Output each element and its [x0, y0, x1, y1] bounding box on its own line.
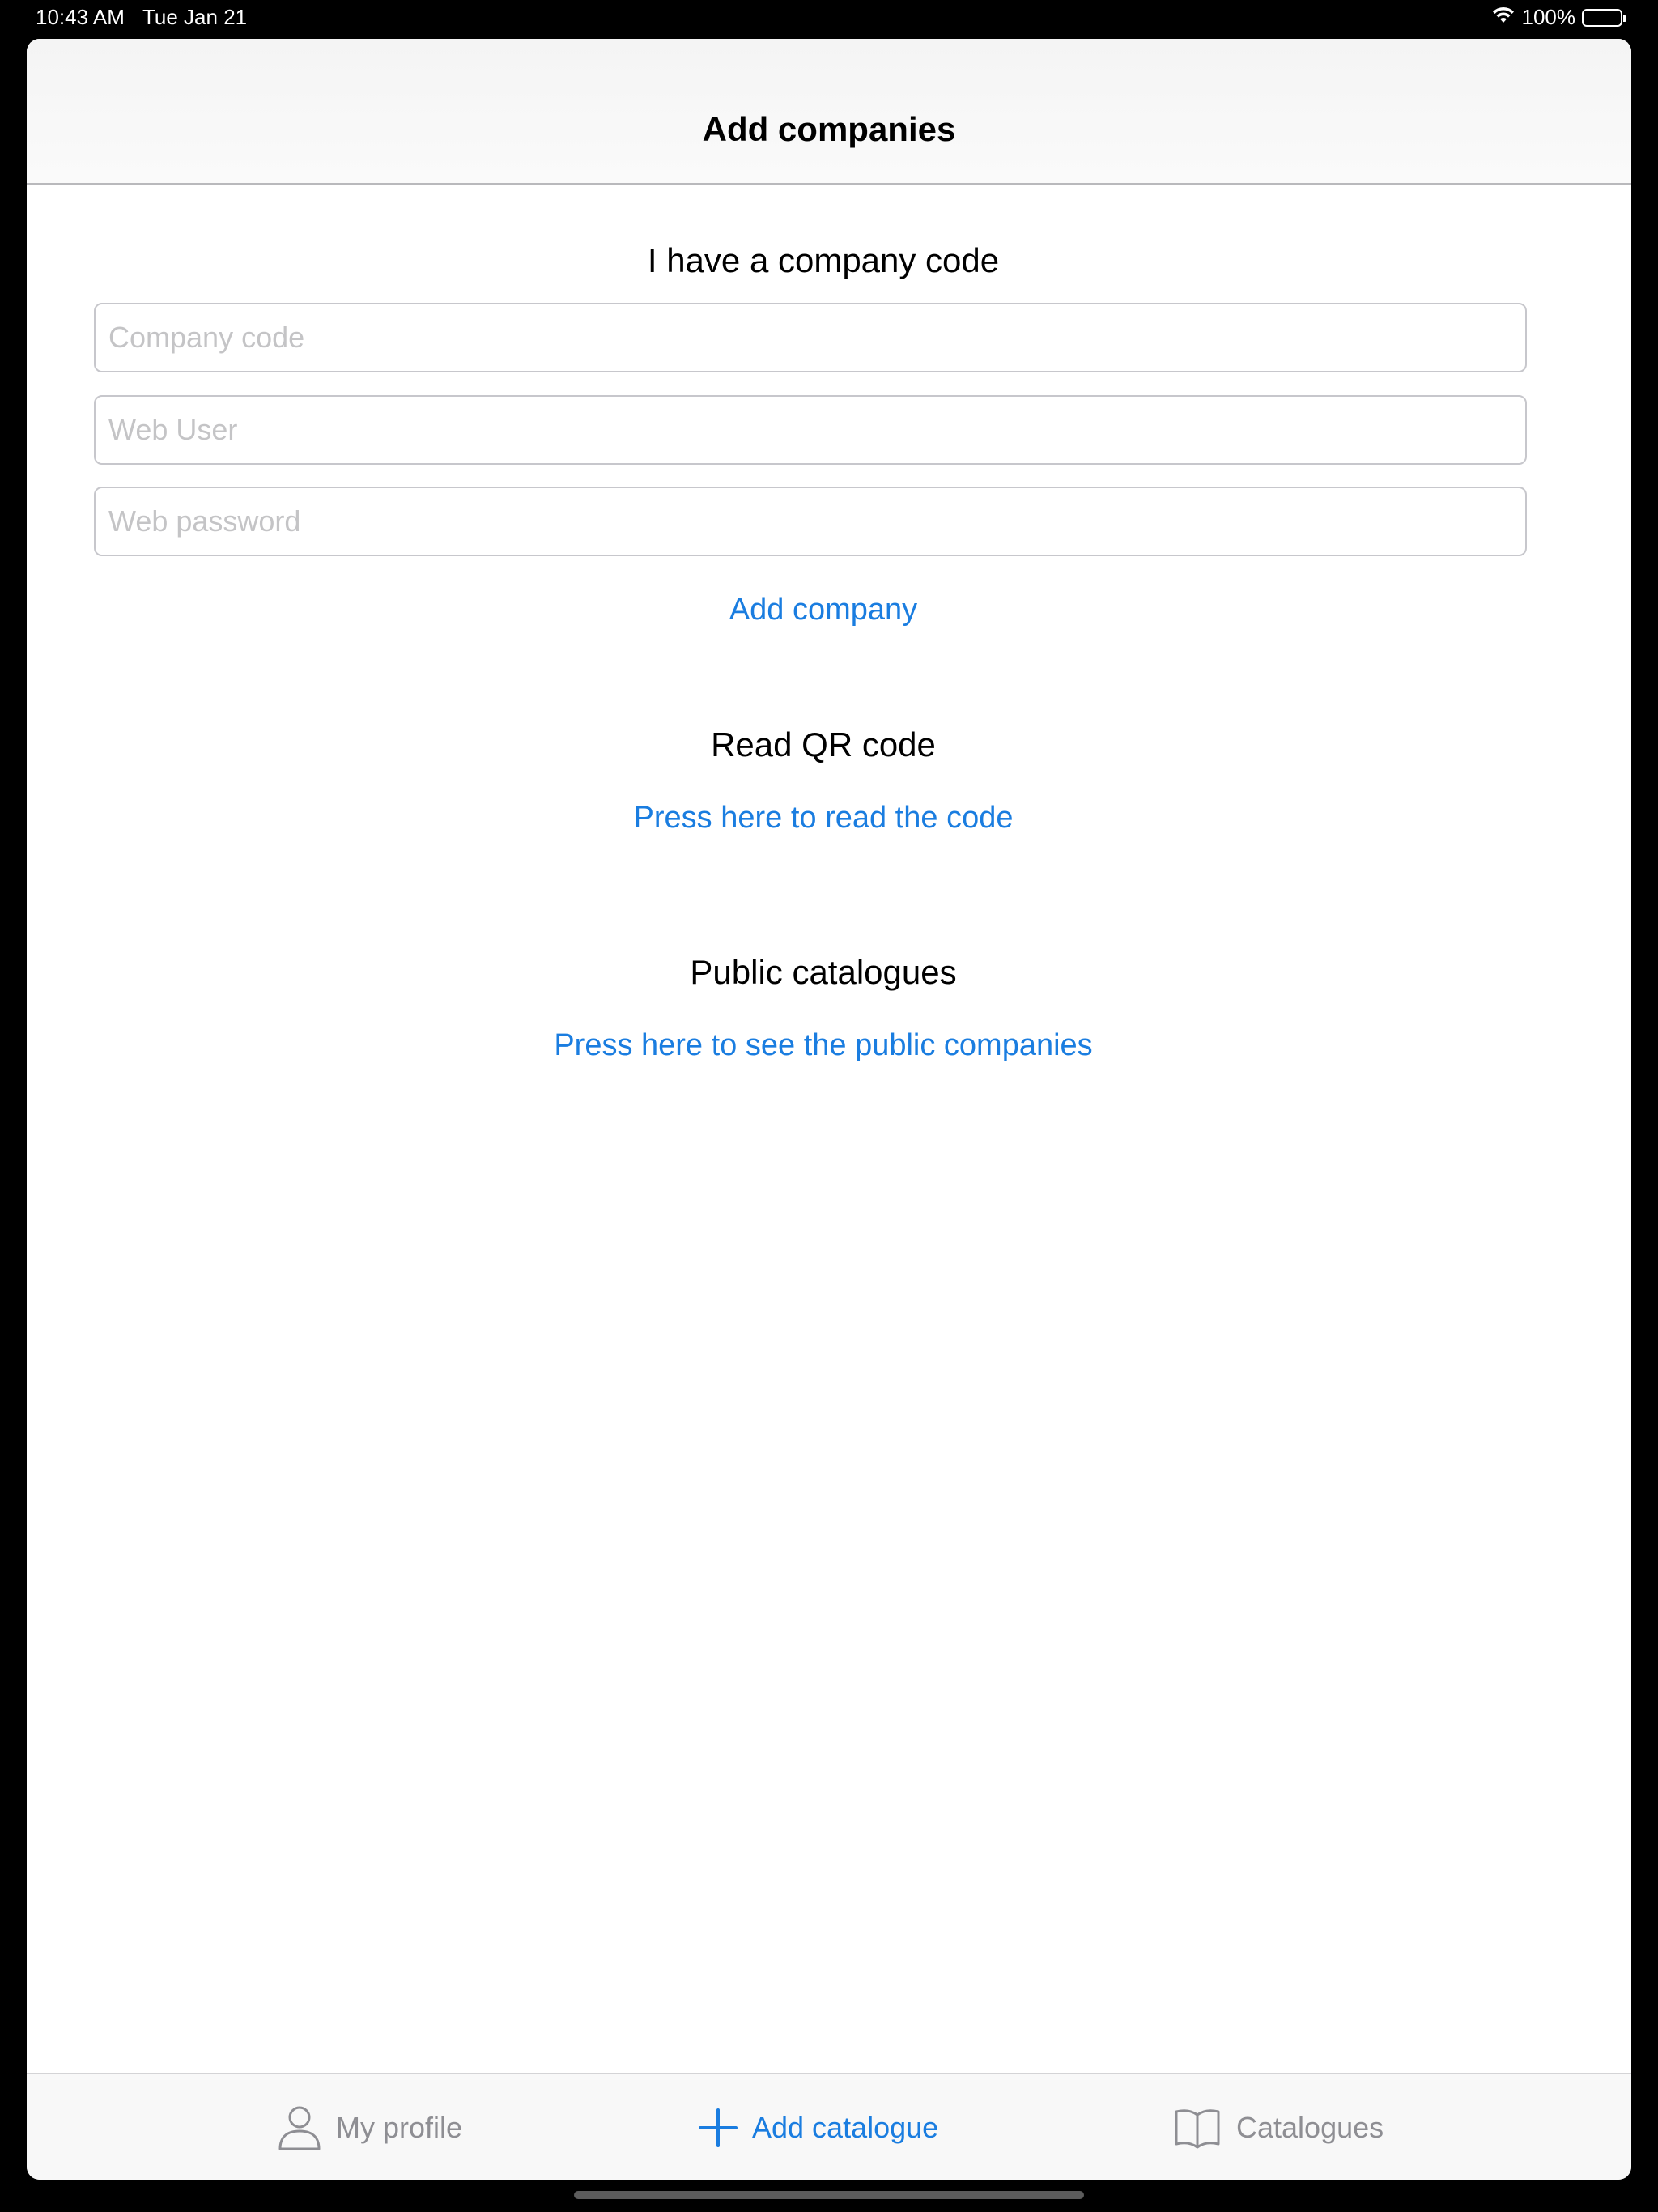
plus-icon — [699, 2108, 738, 2147]
tab-add-catalogue[interactable]: Add catalogue — [699, 2074, 938, 2180]
company-code-section-title: I have a company code — [647, 241, 1000, 279]
web-user-input[interactable] — [94, 395, 1527, 465]
battery-percent: 100% — [1521, 5, 1576, 29]
tab-my-profile[interactable]: My profile — [278, 2074, 462, 2180]
qr-section-title: Read QR code — [711, 725, 936, 764]
tab-add-catalogue-label: Add catalogue — [752, 2111, 939, 2144]
battery-icon — [1582, 8, 1626, 27]
add-companies-sheet: Add companies I have a company code Add … — [27, 39, 1631, 2180]
tab-bar: My profile Add catalogue Catalogues — [27, 2073, 1631, 2180]
tab-my-profile-label: My profile — [336, 2111, 463, 2144]
public-companies-link[interactable]: Press here to see the public companies — [27, 1028, 1620, 1063]
tab-catalogues[interactable]: Catalogues — [1173, 2074, 1384, 2180]
company-code-input[interactable] — [94, 303, 1527, 372]
navigation-bar: Add companies — [27, 39, 1631, 185]
status-bar: 10:43 AM Tue Jan 21 100% — [0, 0, 1658, 37]
person-icon — [278, 2105, 321, 2150]
book-icon — [1173, 2107, 1222, 2149]
read-qr-code-link[interactable]: Press here to read the code — [27, 801, 1620, 836]
web-password-input[interactable] — [94, 487, 1527, 556]
status-indicators: 100% — [1491, 5, 1626, 30]
page-title: Add companies — [702, 110, 956, 148]
add-company-button[interactable]: Add company — [27, 593, 1620, 627]
status-date: Tue Jan 21 — [142, 5, 248, 29]
tab-catalogues-label: Catalogues — [1236, 2111, 1384, 2144]
public-catalogues-section-title: Public catalogues — [690, 953, 957, 991]
home-indicator — [574, 2191, 1084, 2199]
wifi-icon — [1491, 5, 1516, 30]
status-time: 10:43 AM — [36, 5, 125, 29]
